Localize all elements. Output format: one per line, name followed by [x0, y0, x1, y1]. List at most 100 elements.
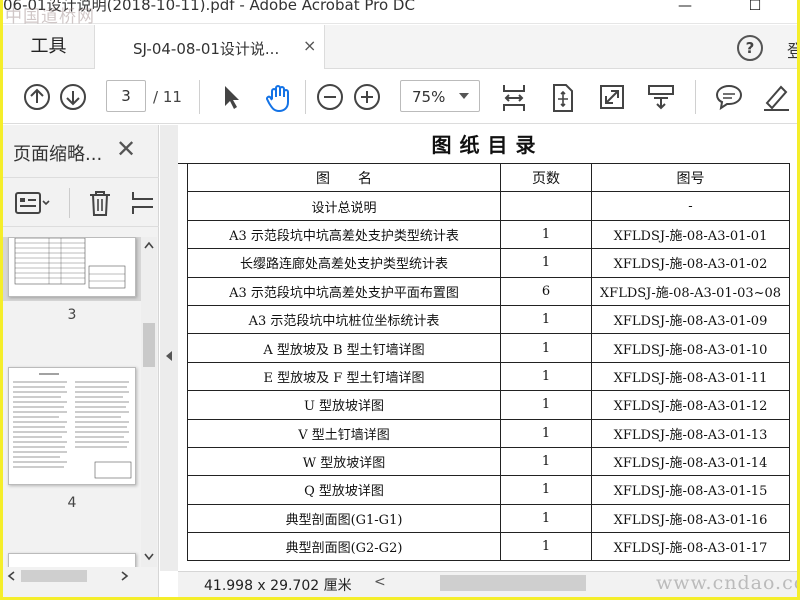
scroll-up-icon[interactable] — [144, 241, 154, 249]
table-cell-pages: 1 — [500, 248, 592, 278]
table-body: 设计总说明 - A3 示范段坑中坑高差处支护类型统计表 1 XFLDSJ-施-08-A3… — [187, 191, 790, 562]
table-cell-code: XFLDSJ-施-08-A3-01-03~08 — [591, 276, 790, 306]
document-view[interactable]: 图纸目录 图 名 页数 图号 设计总说明 - A3 示范段坑中坑高差处支护类型统计表… — [178, 125, 797, 571]
table-cell-pages: 1 — [500, 475, 592, 505]
tab-document[interactable]: SJ-04-08-01设计说... × — [95, 25, 325, 69]
minimize-button[interactable]: — — [663, 0, 707, 24]
close-pane-icon[interactable]: ✕ — [116, 135, 136, 163]
table-cell-pages: 1 — [500, 219, 592, 250]
hand-icon[interactable] — [264, 83, 294, 113]
pane-title: 页面缩略... — [13, 144, 103, 165]
comment-icon[interactable] — [714, 83, 744, 111]
table-row: A3 示范段坑中坑高差处支护平面布置图 6 XFLDSJ-施-08-A3-01-03… — [187, 276, 790, 306]
close-tab-icon[interactable]: × — [303, 36, 316, 55]
scroll-left-icon[interactable]: < — [374, 574, 386, 590]
scroll-right-icon[interactable] — [121, 571, 129, 581]
fit-width-icon[interactable] — [500, 83, 528, 113]
thumbnail-label: 4 — [67, 495, 77, 511]
table-row: Q 型放坡详图 1 XFLDSJ-施-08-A3-01-15 — [187, 475, 790, 505]
table-cell-name: W 型放坡详图 — [187, 446, 501, 477]
page-number-input[interactable]: 3 — [106, 80, 146, 112]
thumbnail-preview — [13, 373, 132, 479]
table-row: E 型放坡及 F 型土钉墙详图 1 XFLDSJ-施-08-A3-01-11 — [187, 361, 790, 392]
acrobat-window: 06-01设计说明(2018-10-11).pdf - Adobe Acroba… — [3, 0, 797, 597]
zoom-out-icon[interactable] — [316, 83, 344, 111]
table-cell-code: XFLDSJ-施-08-A3-01-14 — [591, 446, 790, 477]
thumbnail-page-5[interactable] — [8, 553, 136, 567]
pane-collapse-handle[interactable] — [160, 125, 178, 571]
next-page-icon[interactable] — [59, 83, 87, 111]
table-cell-name: A 型放坡及 B 型土钉墙详图 — [187, 333, 501, 363]
table-cell-pages: 6 — [500, 276, 592, 306]
table-cell-pages: 1 — [500, 333, 592, 363]
watermark-bottom-right: www.cndao.com — [656, 572, 797, 594]
zoom-select[interactable]: 75% — [400, 80, 480, 112]
table-cell-code: XFLDSJ-施-08-A3-01-09 — [591, 304, 790, 335]
table-row: A3 示范段坑中坑高差处支护类型统计表 1 XFLDSJ-施-08-A3-01-01 — [187, 219, 790, 250]
help-icon[interactable]: ? — [737, 35, 763, 61]
column-header: 页数 — [500, 162, 592, 193]
table-cell-pages: 1 — [500, 361, 592, 392]
table-cell-name: 长缨路连廊处高差处支护类型统计表 — [187, 248, 501, 278]
thumbnail-scrollbar[interactable] — [141, 237, 157, 567]
maximize-button[interactable]: ☐ — [733, 0, 777, 24]
table-cell-code: XFLDSJ-施-08-A3-01-16 — [591, 503, 790, 534]
table-row: A3 示范段坑中坑桩位坐标统计表 1 XFLDSJ-施-08-A3-01-09 — [187, 304, 790, 335]
scroll-left-icon[interactable] — [7, 571, 15, 581]
table-cell-name: 设计总说明 — [187, 191, 501, 221]
page-border — [178, 163, 187, 571]
table-cell-name: U 型放坡详图 — [187, 390, 501, 420]
options-icon[interactable] — [15, 191, 51, 215]
main-toolbar: 3 / 11 75% — [3, 70, 797, 124]
table-cell-pages: 1 — [500, 418, 592, 448]
select-arrow-icon[interactable] — [219, 83, 243, 111]
scroll-mode-icon[interactable] — [646, 83, 676, 111]
watermark-top-left: 中国道桥网 — [5, 7, 95, 27]
table-cell-name: A3 示范段坑中坑桩位坐标统计表 — [187, 304, 501, 335]
highlight-icon[interactable] — [761, 83, 791, 111]
table-row: U 型放坡详图 1 XFLDSJ-施-08-A3-01-12 — [187, 390, 790, 420]
table-cell-code: XFLDSJ-施-08-A3-01-12 — [591, 390, 790, 420]
trash-icon[interactable] — [87, 189, 113, 217]
column-header: 图号 — [591, 162, 790, 193]
table-cell-name: E 型放坡及 F 型土钉墙详图 — [187, 361, 501, 392]
fullscreen-icon[interactable] — [598, 83, 626, 111]
page-total: / 11 — [153, 88, 182, 106]
table-cell-code: XFLDSJ-施-08-A3-01-13 — [591, 418, 790, 448]
table-cell-pages: 1 — [500, 446, 592, 477]
thumbnail-page-3[interactable] — [8, 237, 136, 297]
scrollbar-thumb[interactable] — [21, 570, 87, 582]
scrollbar-thumb[interactable] — [143, 323, 155, 367]
collapse-left-icon[interactable] — [165, 350, 173, 362]
fit-page-icon[interactable] — [549, 83, 577, 113]
drawing-index-table: 图 名 页数 图号 设计总说明 - A3 示范段坑中坑高差处支护类型统计表 1 XFLD… — [187, 162, 790, 562]
pdf-page: 图纸目录 图 名 页数 图号 设计总说明 - A3 示范段坑中坑高差处支护类型统计表… — [178, 125, 797, 571]
table-row: 设计总说明 - — [187, 191, 790, 221]
column-header: 图 名 — [187, 162, 501, 193]
thumbnail-preview — [14, 237, 126, 289]
page-title: 图纸目录 — [431, 133, 544, 157]
title-bar: 06-01设计说明(2018-10-11).pdf - Adobe Acroba… — [3, 0, 797, 27]
login-button[interactable]: 登 — [787, 37, 797, 62]
table-cell-code: XFLDSJ-施-08-A3-01-15 — [591, 475, 790, 505]
doc-hscrollbar-thumb[interactable] — [440, 575, 586, 591]
scroll-down-icon[interactable] — [144, 553, 154, 561]
insert-icon[interactable] — [129, 189, 153, 217]
table-row: 长缨路连廊处高差处支护类型统计表 1 XFLDSJ-施-08-A3-01-02 — [187, 248, 790, 278]
thumbnail-page-4[interactable] — [8, 367, 136, 485]
toolbar-divider — [199, 80, 200, 114]
thumbnail-hscrollbar[interactable] — [3, 567, 141, 585]
table-cell-name: Q 型放坡详图 — [187, 475, 501, 505]
tab-document-label: SJ-04-08-01设计说... — [133, 40, 280, 58]
prev-page-icon[interactable] — [23, 83, 51, 111]
table-cell-code: - — [591, 191, 790, 221]
table-cell-name: A3 示范段坑中坑高差处支护平面布置图 — [187, 276, 501, 306]
table-row: V 型土钉墙详图 1 XFLDSJ-施-08-A3-01-13 — [187, 418, 790, 448]
tab-tools[interactable]: 工具 — [3, 25, 95, 69]
table-cell-code: XFLDSJ-施-08-A3-01-17 — [591, 532, 790, 562]
zoom-in-icon[interactable] — [353, 83, 381, 111]
table-cell-pages: 1 — [500, 304, 592, 335]
tab-bar: 工具 SJ-04-08-01设计说... × ? 登 — [3, 25, 797, 69]
table-cell-pages: 1 — [500, 532, 592, 562]
toolbar-divider — [695, 80, 696, 114]
